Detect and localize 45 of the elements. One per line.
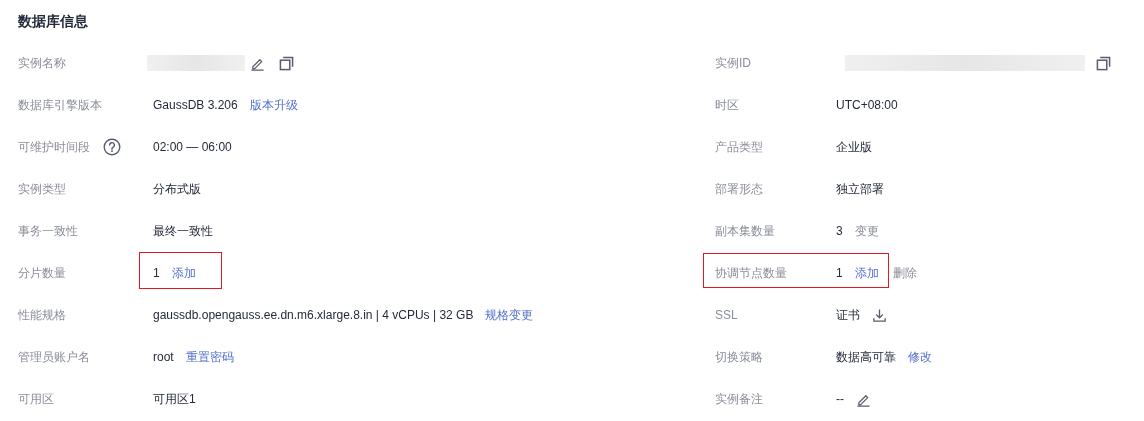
field-value: UTC+08:00 — [836, 98, 898, 112]
field-label: 实例ID — [715, 54, 751, 72]
action-link[interactable]: 添加 — [171, 264, 196, 282]
field-label: 协调节点数量 — [715, 264, 787, 282]
field-value: 企业版 — [836, 138, 872, 156]
field-label: 实例名称 — [18, 54, 66, 72]
copy-icon[interactable] — [279, 55, 294, 71]
download-icon[interactable] — [872, 307, 887, 323]
field-label: 事务一致性 — [18, 222, 78, 240]
copy-icon[interactable] — [1096, 55, 1111, 71]
field-value: 数据高可靠 — [836, 348, 896, 366]
field-label: 切换策略 — [715, 348, 763, 366]
field-value: 3 — [836, 224, 843, 238]
help-icon[interactable] — [103, 138, 121, 156]
field-label: 性能规格 — [18, 306, 66, 324]
field-value: -- — [836, 392, 844, 406]
action-link[interactable]: 添加 — [854, 264, 879, 282]
field-label: 数据库引擎版本 — [18, 96, 102, 114]
action-link[interactable]: 重置密码 — [185, 348, 234, 366]
field-value: 02:00 — 06:00 — [153, 140, 232, 154]
section-title: 数据库信息 — [17, 12, 89, 31]
action-link[interactable]: 修改 — [908, 348, 932, 366]
field-label: 管理员账户名 — [18, 348, 90, 366]
field-label: 分片数量 — [18, 264, 66, 282]
field-label: SSL — [715, 308, 738, 322]
field-label: 实例类型 — [18, 180, 66, 198]
field-label: 可维护时间段 — [18, 138, 90, 156]
field-value: GaussDB 3.206 — [153, 98, 238, 112]
field-label: 实例备注 — [715, 390, 763, 408]
field-value: 1 — [836, 266, 843, 280]
field-label: 副本集数量 — [715, 222, 775, 240]
field-label: 产品类型 — [715, 138, 763, 156]
field-value: root — [153, 350, 174, 364]
field-value: 证书 — [836, 306, 860, 324]
field-label: 部署形态 — [715, 180, 763, 198]
field-value: 独立部署 — [836, 180, 884, 198]
action-link[interactable]: 规格变更 — [485, 306, 534, 324]
action-link[interactable]: 版本升级 — [249, 96, 298, 114]
field-label: 时区 — [715, 96, 739, 114]
field-value: 分布式版 — [153, 180, 201, 198]
field-label: 可用区 — [18, 390, 54, 408]
field-value: 1 — [153, 266, 160, 280]
field-value: 可用区1 — [153, 390, 196, 408]
field-value: 最终一致性 — [153, 222, 213, 240]
field-value: gaussdb.opengauss.ee.dn.m6.xlarge.8.in | 4 vCPUs | 32 GB — [153, 308, 474, 322]
